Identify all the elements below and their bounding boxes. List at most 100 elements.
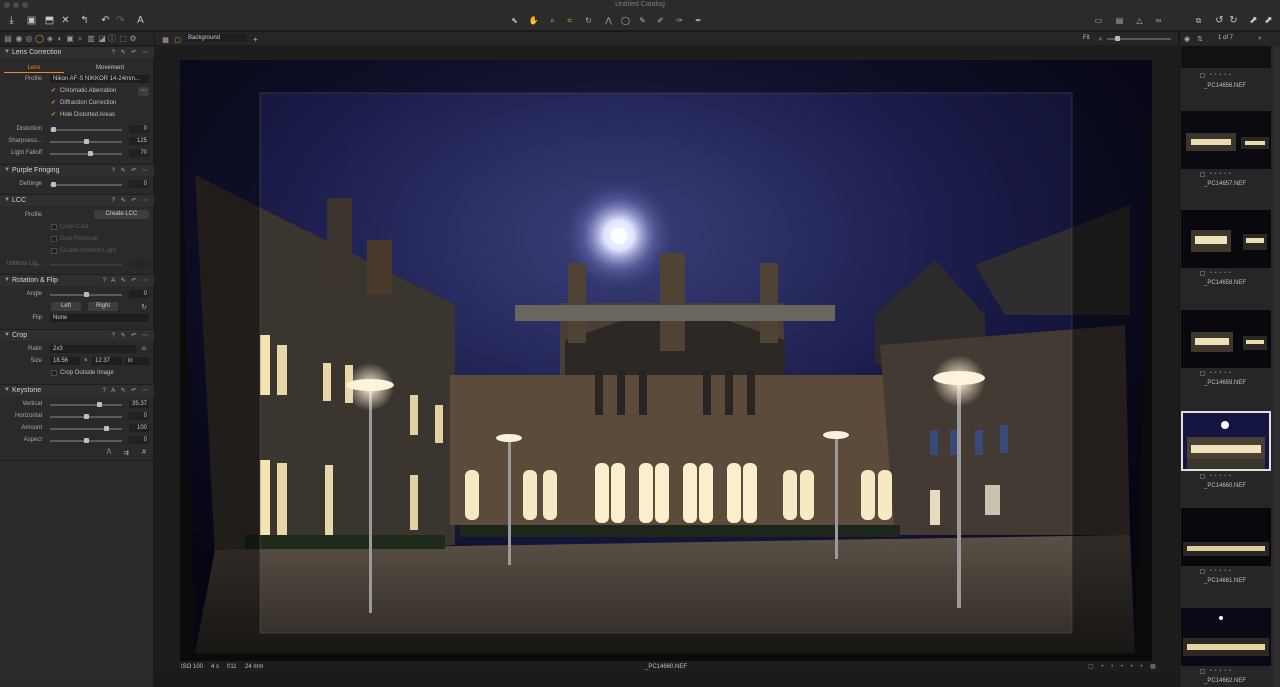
create-lcc-button[interactable]: Create LCC [94, 210, 149, 219]
uniform-light-value[interactable] [129, 260, 149, 268]
sharpness-value[interactable]: 125 [129, 137, 149, 145]
crop-unit-select[interactable]: in [125, 357, 149, 365]
section-tools-icon[interactable]: ? ✎ ↶ ⋯ [112, 167, 150, 174]
rotate-left-icon[interactable]: ↺ [1213, 14, 1226, 27]
thumbnail-image[interactable] [1181, 508, 1271, 566]
section-tools-icon[interactable]: ? A ✎ ↶ ⋯ [103, 387, 150, 394]
lens-tab-icon[interactable]: ◎ [25, 35, 33, 43]
eraser-icon[interactable]: ✑ [673, 14, 686, 27]
spot-removal-icon[interactable]: ◯ [619, 14, 632, 27]
delete-icon[interactable]: ✕ [59, 14, 72, 27]
vertical-slider[interactable] [50, 404, 122, 406]
browser-scrollbar[interactable] [1273, 46, 1280, 687]
lens-correction-header[interactable]: ▼ Lens Correction ? ✎ ↶ ⋯ [0, 46, 154, 58]
light-falloff-knob[interactable] [88, 151, 93, 156]
amount-knob[interactable] [104, 426, 109, 431]
rating-dots[interactable]: ••••• [1210, 270, 1234, 276]
exposure-warning-icon[interactable]: ▤ [1113, 14, 1126, 27]
pan-hand-icon[interactable]: ✋ [527, 14, 540, 27]
rating-dots[interactable]: ••••• [1210, 668, 1234, 674]
rating-dots-icon[interactable]: ▢ • • • • • ▦ [1088, 663, 1159, 670]
crop-outside-checkbox[interactable] [51, 370, 57, 376]
rotate-right-icon[interactable]: ↻ [1227, 14, 1240, 27]
aspect-value[interactable]: 0 [129, 436, 149, 444]
thumbnail-image[interactable] [1181, 111, 1271, 169]
sort-icon[interactable]: ⇅ [1197, 35, 1203, 43]
thumbnail-image[interactable] [1181, 46, 1271, 68]
apply-all-icon[interactable]: ⬈ [1262, 14, 1275, 27]
section-tools-icon[interactable]: ? ✎ ↶ ⋯ [112, 332, 150, 339]
hide-distorted-checkbox[interactable]: ✔ [51, 112, 57, 118]
angle-value[interactable]: 0 [129, 290, 149, 298]
copy-icon[interactable]: ⧉ [1192, 14, 1205, 27]
thumbnail-select-checkbox[interactable] [1200, 669, 1205, 674]
vertical-value[interactable]: 35.37 [129, 400, 149, 408]
sharpness-knob[interactable] [84, 139, 89, 144]
collapse-chevron-icon[interactable]: ▼ [4, 49, 10, 55]
rating-dots[interactable]: ••••• [1210, 568, 1234, 574]
thumbnail-image[interactable] [1181, 411, 1271, 471]
gradient-icon[interactable]: ✒ [692, 14, 705, 27]
defringe-knob[interactable] [51, 182, 56, 187]
glasses-icon[interactable]: ∞ [1152, 14, 1165, 27]
rotate-left-button[interactable]: Left [51, 302, 81, 311]
angle-knob[interactable] [84, 292, 89, 297]
purple-fringing-header[interactable]: ▼ Purple Fringing ? ✎ ↶ ⋯ [0, 164, 154, 176]
redo-icon[interactable]: ↷ [114, 14, 127, 27]
import-icon[interactable]: ⤓ [5, 14, 18, 27]
tab-lens[interactable]: Lens [4, 64, 64, 73]
reset-icon[interactable]: ↰ [78, 14, 91, 27]
camera-icon[interactable]: ▣ [25, 14, 38, 27]
horizontal-value[interactable]: 0 [129, 412, 149, 420]
brush-icon[interactable]: ✐ [654, 14, 667, 27]
diffraction-correction-checkbox[interactable]: ✔ [51, 100, 57, 106]
distortion-value[interactable]: 0 [129, 125, 149, 133]
section-tools-icon[interactable]: ? ✎ ↶ ⋯ [112, 49, 150, 56]
thumbnail-image[interactable] [1181, 608, 1271, 666]
light-falloff-slider[interactable] [50, 153, 122, 155]
rating-dots[interactable]: ••••• [1210, 72, 1234, 78]
keystone-vertical-icon[interactable]: /\ [104, 448, 114, 457]
thumbnail-select-checkbox[interactable] [1200, 172, 1205, 177]
thumbnail-select-checkbox[interactable] [1200, 474, 1205, 479]
profile-select[interactable]: Nikon AF-S NIKKOR 14-24mm... [50, 75, 149, 83]
color-cast-checkbox[interactable] [51, 224, 57, 230]
keystone-header[interactable]: ▼ Keystone ? A ✎ ↶ ⋯ [0, 384, 154, 396]
keystone-both-icon[interactable]: # [139, 448, 149, 457]
loupe-icon[interactable]: ⌕ [546, 14, 559, 27]
crop-width-input[interactable]: 18.56 [50, 357, 80, 365]
uniform-light-checkbox[interactable] [51, 248, 57, 254]
collapse-chevron-icon[interactable]: ▼ [4, 387, 10, 393]
collapse-chevron-icon[interactable]: ▼ [4, 277, 10, 283]
capture-tab-icon[interactable]: ◉ [15, 35, 23, 43]
aspect-knob[interactable] [84, 438, 89, 443]
collapse-chevron-icon[interactable]: ▼ [4, 167, 10, 173]
settings-tab-icon[interactable]: ⚙ [129, 35, 137, 43]
exposure-tab-icon[interactable]: ◐ [56, 35, 64, 43]
horizontal-knob[interactable] [84, 414, 89, 419]
tab-movement[interactable]: Movement [80, 64, 140, 73]
rotation-flip-header[interactable]: ▼ Rotation & Flip ? A ✎ ↶ ⋯ [0, 274, 154, 286]
browser-search-icon[interactable]: ⌕ [1258, 35, 1262, 43]
color-tab-icon[interactable]: ◈ [46, 35, 54, 43]
flip-select[interactable]: None [50, 314, 149, 322]
light-falloff-value[interactable]: 70 [129, 149, 149, 157]
photo-canvas[interactable] [155, 45, 1178, 661]
select-cursor-icon[interactable]: ⬉ [508, 14, 521, 27]
image-viewer[interactable] [155, 45, 1178, 661]
details-tab-icon[interactable]: ▣ [66, 35, 74, 43]
vertical-knob[interactable] [97, 402, 102, 407]
defringe-slider[interactable] [50, 184, 122, 186]
variant-select[interactable]: Background [185, 34, 247, 42]
distortion-knob[interactable] [51, 127, 56, 132]
picker-icon[interactable]: ✎ [636, 14, 649, 27]
thumbnail-select-checkbox[interactable] [1200, 569, 1205, 574]
lcc-header[interactable]: ▼ LCC ? ✎ ↶ ⋯ [0, 194, 154, 206]
rating-dots[interactable]: ••••• [1210, 171, 1234, 177]
distortion-slider[interactable] [50, 129, 122, 131]
crop-lock-icon[interactable]: ⌗ [139, 344, 149, 353]
zoom-knob[interactable] [1115, 36, 1120, 41]
rotate-tool-icon[interactable]: ↻ [582, 14, 595, 27]
section-tools-icon[interactable]: ? A ✎ ↶ ⋯ [103, 277, 150, 284]
amount-value[interactable]: 100 [129, 424, 149, 432]
